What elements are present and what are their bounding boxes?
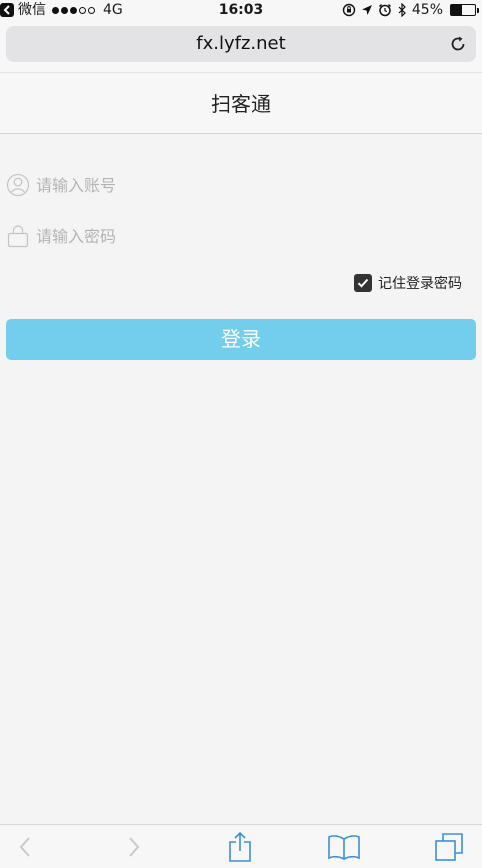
checkmark-icon (357, 278, 369, 288)
alarm-icon (378, 3, 391, 17)
forward-button[interactable] (117, 831, 151, 863)
account-field (0, 165, 482, 205)
page-title: 扫客通 (211, 92, 271, 116)
bluetooth-icon (398, 3, 406, 17)
orientation-lock-icon (342, 3, 356, 17)
share-icon (229, 831, 251, 862)
bookmarks-button[interactable] (327, 831, 361, 863)
remember-label[interactable]: 记住登录密码 (378, 273, 462, 293)
battery-percent: 45% (411, 2, 443, 18)
location-icon (361, 5, 372, 15)
browser-toolbar (0, 824, 482, 868)
remember-checkbox[interactable] (354, 274, 372, 292)
page-header: 扫客通 (0, 72, 482, 134)
forward-icon (129, 837, 140, 857)
reload-icon[interactable] (448, 34, 468, 54)
share-button[interactable] (223, 831, 257, 863)
password-field (0, 216, 482, 256)
tabs-icon (435, 833, 463, 861)
lock-icon (7, 225, 29, 248)
password-input[interactable] (36, 220, 466, 252)
status-bar: 微信 4G 16:03 45% (0, 0, 482, 20)
url-text[interactable]: fx.lyfz.net (6, 26, 476, 62)
account-input[interactable] (36, 169, 466, 201)
bookmarks-icon (328, 835, 360, 860)
browser-address-area: fx.lyfz.net (0, 20, 482, 72)
remember-password[interactable]: 记住登录密码 (354, 273, 462, 293)
login-button[interactable]: 登录 (6, 319, 476, 360)
status-right: 45% (342, 0, 479, 20)
tabs-button[interactable] (432, 831, 466, 863)
back-icon (19, 837, 30, 857)
battery-fill (451, 5, 462, 15)
back-button[interactable] (8, 831, 42, 863)
user-icon (6, 173, 30, 197)
url-field[interactable]: fx.lyfz.net (6, 26, 476, 62)
battery-icon (450, 4, 479, 16)
